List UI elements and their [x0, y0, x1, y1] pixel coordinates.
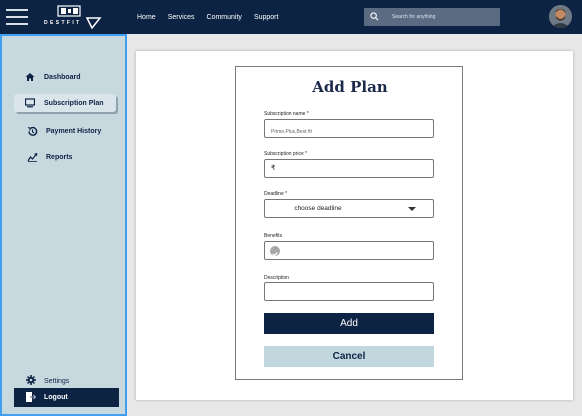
sidebar-item-label: Dashboard: [44, 73, 81, 81]
logout-icon: [26, 389, 37, 407]
search-bar: [364, 8, 500, 26]
hamburger-menu-icon[interactable]: [6, 9, 28, 26]
nav-community[interactable]: Community: [207, 14, 242, 21]
sidebar-item-payment-history[interactable]: Payment History: [26, 122, 101, 140]
description-label: Description: [264, 275, 290, 281]
top-nav: Home Services Community Support: [137, 0, 278, 34]
subscription-price-label: Subscription price *: [264, 151, 308, 157]
deadline-label: Deadline *: [264, 191, 288, 197]
logout-label: Logout: [44, 394, 68, 401]
avatar[interactable]: [549, 5, 572, 28]
subscription-price-field[interactable]: ₹: [264, 159, 434, 178]
logo[interactable]: DESTFIT: [44, 5, 102, 30]
page-title: Add Plan: [312, 78, 388, 96]
search-icon: [370, 12, 379, 21]
sidebar-item-dashboard[interactable]: Dashboard: [24, 68, 81, 86]
deadline-select[interactable]: choose deadline: [264, 199, 434, 218]
sidebar-item-reports[interactable]: Reports: [26, 148, 72, 166]
history-icon: [26, 125, 38, 137]
content-panel: Add Plan Subscription name * Subscriptio…: [136, 51, 573, 400]
benefits-field[interactable]: [264, 241, 434, 260]
check-circle-icon[interactable]: [270, 246, 280, 257]
search-input[interactable]: [380, 14, 492, 20]
add-button[interactable]: Add: [264, 313, 434, 334]
subscription-name-field: [264, 119, 434, 141]
subscription-name-input[interactable]: [265, 123, 433, 141]
chevron-down-icon: [408, 207, 416, 211]
benefits-label: Benefits: [264, 233, 283, 239]
sidebar-item-label: Subscription Plan: [44, 99, 104, 107]
nav-home[interactable]: Home: [137, 14, 156, 21]
sidebar: Dashboard Subscription Plan Payment Hist…: [0, 34, 127, 416]
main-content: Add Plan Subscription name * Subscriptio…: [127, 34, 582, 416]
description-input[interactable]: [265, 286, 433, 304]
sidebar-item-subscription-plan[interactable]: Subscription Plan: [14, 94, 116, 112]
logout-button[interactable]: Logout: [14, 388, 119, 407]
sidebar-item-label: Payment History: [46, 127, 102, 135]
description-field: [264, 282, 434, 304]
deadline-value: choose deadline: [294, 205, 342, 212]
rupee-icon: ₹: [271, 165, 276, 172]
subscription-name-label: Subscription name *: [264, 111, 309, 117]
logo-text: DESTFIT: [44, 20, 82, 26]
nav-support[interactable]: Support: [254, 14, 279, 21]
sidebar-item-label: Reports: [46, 153, 73, 161]
monitor-icon: [24, 97, 36, 109]
nav-services[interactable]: Services: [168, 14, 195, 21]
add-plan-form: Add Plan Subscription name * Subscriptio…: [235, 66, 463, 380]
home-icon: [24, 71, 36, 83]
top-bar: DESTFIT Home Services Community Support: [0, 0, 582, 34]
cancel-button[interactable]: Cancel: [264, 346, 434, 367]
chart-icon: [26, 151, 38, 163]
settings-label: Settings: [44, 377, 70, 385]
